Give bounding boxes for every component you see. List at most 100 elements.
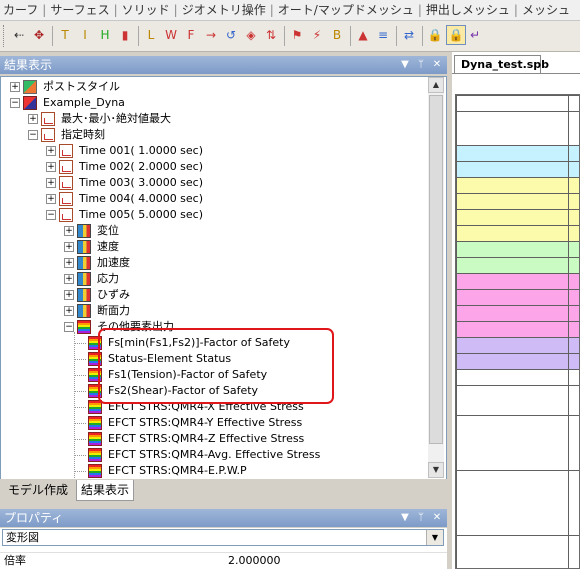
exit-icon[interactable]: ↵ — [466, 26, 484, 44]
property-type-select[interactable]: 変形図 ▼ — [2, 529, 444, 546]
tree-item[interactable]: + 断面力 — [1, 303, 428, 319]
menu-item[interactable]: ジオメトリ操作 — [182, 0, 266, 20]
menu-item[interactable]: メッシュ — [522, 0, 570, 20]
grid-row-line — [456, 209, 579, 210]
tree-item[interactable]: EFCT STRS:QMR4-E.P.W.P — [1, 463, 428, 479]
collapse-icon[interactable]: − — [64, 322, 74, 332]
panel-close-icon[interactable]: ✕ — [430, 56, 444, 74]
toolbar-separator — [350, 26, 351, 46]
tree-item[interactable]: + 最大･最小･絶対値最大 — [1, 111, 428, 127]
tree-item-label: ひずみ — [97, 288, 130, 301]
lock-pressed-icon[interactable]: 🔒 — [446, 25, 466, 45]
expand-icon[interactable]: + — [28, 114, 38, 124]
toolbar-grip[interactable] — [3, 25, 7, 47]
chevron-down-icon[interactable]: ▼ — [426, 530, 443, 545]
flag-icon[interactable]: ⚑ — [288, 26, 306, 44]
bar-chart-icon[interactable]: ▮ — [116, 26, 134, 44]
grid-row-line — [456, 193, 579, 194]
f-icon[interactable]: F — [182, 26, 200, 44]
expand-icon[interactable]: + — [64, 274, 74, 284]
tab-results[interactable]: 結果表示 — [76, 480, 135, 501]
tree-item[interactable]: + 速度 — [1, 239, 428, 255]
collapse-icon[interactable]: − — [28, 130, 38, 140]
w-icon[interactable]: W — [162, 26, 180, 44]
document-tab[interactable]: Dyna_test.spb — [454, 55, 549, 73]
expand-icon[interactable]: + — [64, 226, 74, 236]
expand-icon[interactable]: + — [64, 306, 74, 316]
swap-icon[interactable]: ⇄ — [400, 26, 418, 44]
tree-item[interactable]: − Time 005( 5.0000 sec) — [1, 207, 428, 223]
menu-item[interactable]: ソリッド — [122, 0, 170, 20]
grid-row-line — [456, 289, 579, 290]
tree-item[interactable]: + 加速度 — [1, 255, 428, 271]
strain-icon — [77, 288, 91, 302]
rotate-icon[interactable]: ↺ — [222, 26, 240, 44]
property-row[interactable]: 倍率 2.000000 — [0, 552, 447, 569]
node-tool-icon[interactable]: ✥ — [30, 26, 48, 44]
menu-bar: カーフ | サーフェス | ソリッド | ジオメトリ操作 | オート/マップドメッシュ | 押出しメ… — [0, 0, 580, 21]
expand-icon[interactable]: + — [46, 146, 56, 156]
expand-icon[interactable]: + — [64, 242, 74, 252]
lock-icon[interactable]: 🔒 — [426, 26, 444, 44]
stripes-icon[interactable]: ≡ — [374, 26, 392, 44]
expand-icon[interactable]: + — [46, 162, 56, 172]
tree-item[interactable]: EFCT STRS:QMR4-Avg. Effective Stress — [1, 447, 428, 463]
collapse-icon[interactable]: − — [46, 210, 56, 220]
t-icon[interactable]: T — [56, 26, 74, 44]
arrow-tool-icon[interactable]: ⇠ — [10, 26, 28, 44]
stress-icon — [77, 272, 91, 286]
highlight-box — [98, 328, 334, 404]
tree-item[interactable]: + 応力 — [1, 271, 428, 287]
scroll-down-icon[interactable]: ▼ — [428, 462, 444, 478]
expand-icon[interactable]: + — [64, 258, 74, 268]
tree-item[interactable]: + Time 002( 2.0000 sec) — [1, 159, 428, 175]
panel-close-icon[interactable]: ✕ — [430, 509, 444, 527]
tree-item[interactable]: + ひずみ — [1, 287, 428, 303]
tree-item[interactable]: EFCT STRS:QMR4-Z Effective Stress — [1, 431, 428, 447]
property-label: 倍率 — [4, 554, 26, 567]
expand-icon[interactable]: + — [46, 194, 56, 204]
properties-panel-header: プロパティ ▼ ᛘ ✕ — [0, 509, 447, 527]
tab-model[interactable]: モデル作成 — [4, 480, 72, 500]
scroll-up-icon[interactable]: ▲ — [428, 77, 444, 93]
tree-connector — [74, 471, 86, 472]
b-icon[interactable]: B — [328, 26, 346, 44]
scroll-thumb[interactable] — [429, 95, 443, 444]
grid-row-line — [456, 95, 579, 96]
tree-item[interactable]: − Example_Dyna — [1, 95, 428, 111]
menu-item[interactable]: オート/マップドメッシュ — [278, 0, 414, 20]
tree-connector — [74, 375, 86, 376]
spreadsheet-view[interactable] — [455, 94, 580, 569]
mesh-icon[interactable]: ▲ — [354, 26, 372, 44]
expand-icon[interactable]: + — [64, 290, 74, 300]
collapse-icon[interactable]: − — [10, 98, 20, 108]
menu-item[interactable]: カーフ — [3, 0, 38, 20]
tree-item[interactable]: + Time 003( 3.0000 sec) — [1, 175, 428, 191]
tree-item[interactable]: + ポストスタイル — [1, 79, 428, 95]
expand-icon[interactable]: + — [46, 178, 56, 188]
lightning-icon[interactable]: ⚡ — [308, 26, 326, 44]
tree-item[interactable]: + 変位 — [1, 223, 428, 239]
property-value[interactable]: 2.000000 — [228, 553, 281, 569]
l-icon[interactable]: L — [142, 26, 160, 44]
panel-dropdown-icon[interactable]: ▼ — [398, 56, 412, 74]
menu-item[interactable]: サーフェス — [50, 0, 109, 20]
i-icon[interactable]: I — [76, 26, 94, 44]
tree-item-label: Time 004( 4.0000 sec) — [79, 192, 204, 205]
grid-row-line — [456, 337, 579, 338]
panel-pin-icon[interactable]: ᛘ — [414, 56, 428, 74]
tree-item-label: ポストスタイル — [43, 80, 120, 93]
h-icon[interactable]: H — [96, 26, 114, 44]
cube-icon[interactable]: ◈ — [242, 26, 260, 44]
tree-item[interactable]: + Time 004( 4.0000 sec) — [1, 191, 428, 207]
up-down-arrow-icon[interactable]: ⇅ — [262, 26, 280, 44]
expand-icon[interactable]: + — [10, 82, 20, 92]
tree-item[interactable]: EFCT STRS:QMR4-Y Effective Stress — [1, 415, 428, 431]
tree-item[interactable]: − 指定時刻 — [1, 127, 428, 143]
panel-pin-icon[interactable]: ᛘ — [414, 509, 428, 527]
arrow-right-icon[interactable]: → — [202, 26, 220, 44]
menu-item[interactable]: 押出しメッシュ — [426, 0, 510, 20]
tree-scrollbar[interactable]: ▲ ▼ — [428, 77, 444, 478]
tree-item[interactable]: + Time 001( 1.0000 sec) — [1, 143, 428, 159]
panel-dropdown-icon[interactable]: ▼ — [398, 509, 412, 527]
